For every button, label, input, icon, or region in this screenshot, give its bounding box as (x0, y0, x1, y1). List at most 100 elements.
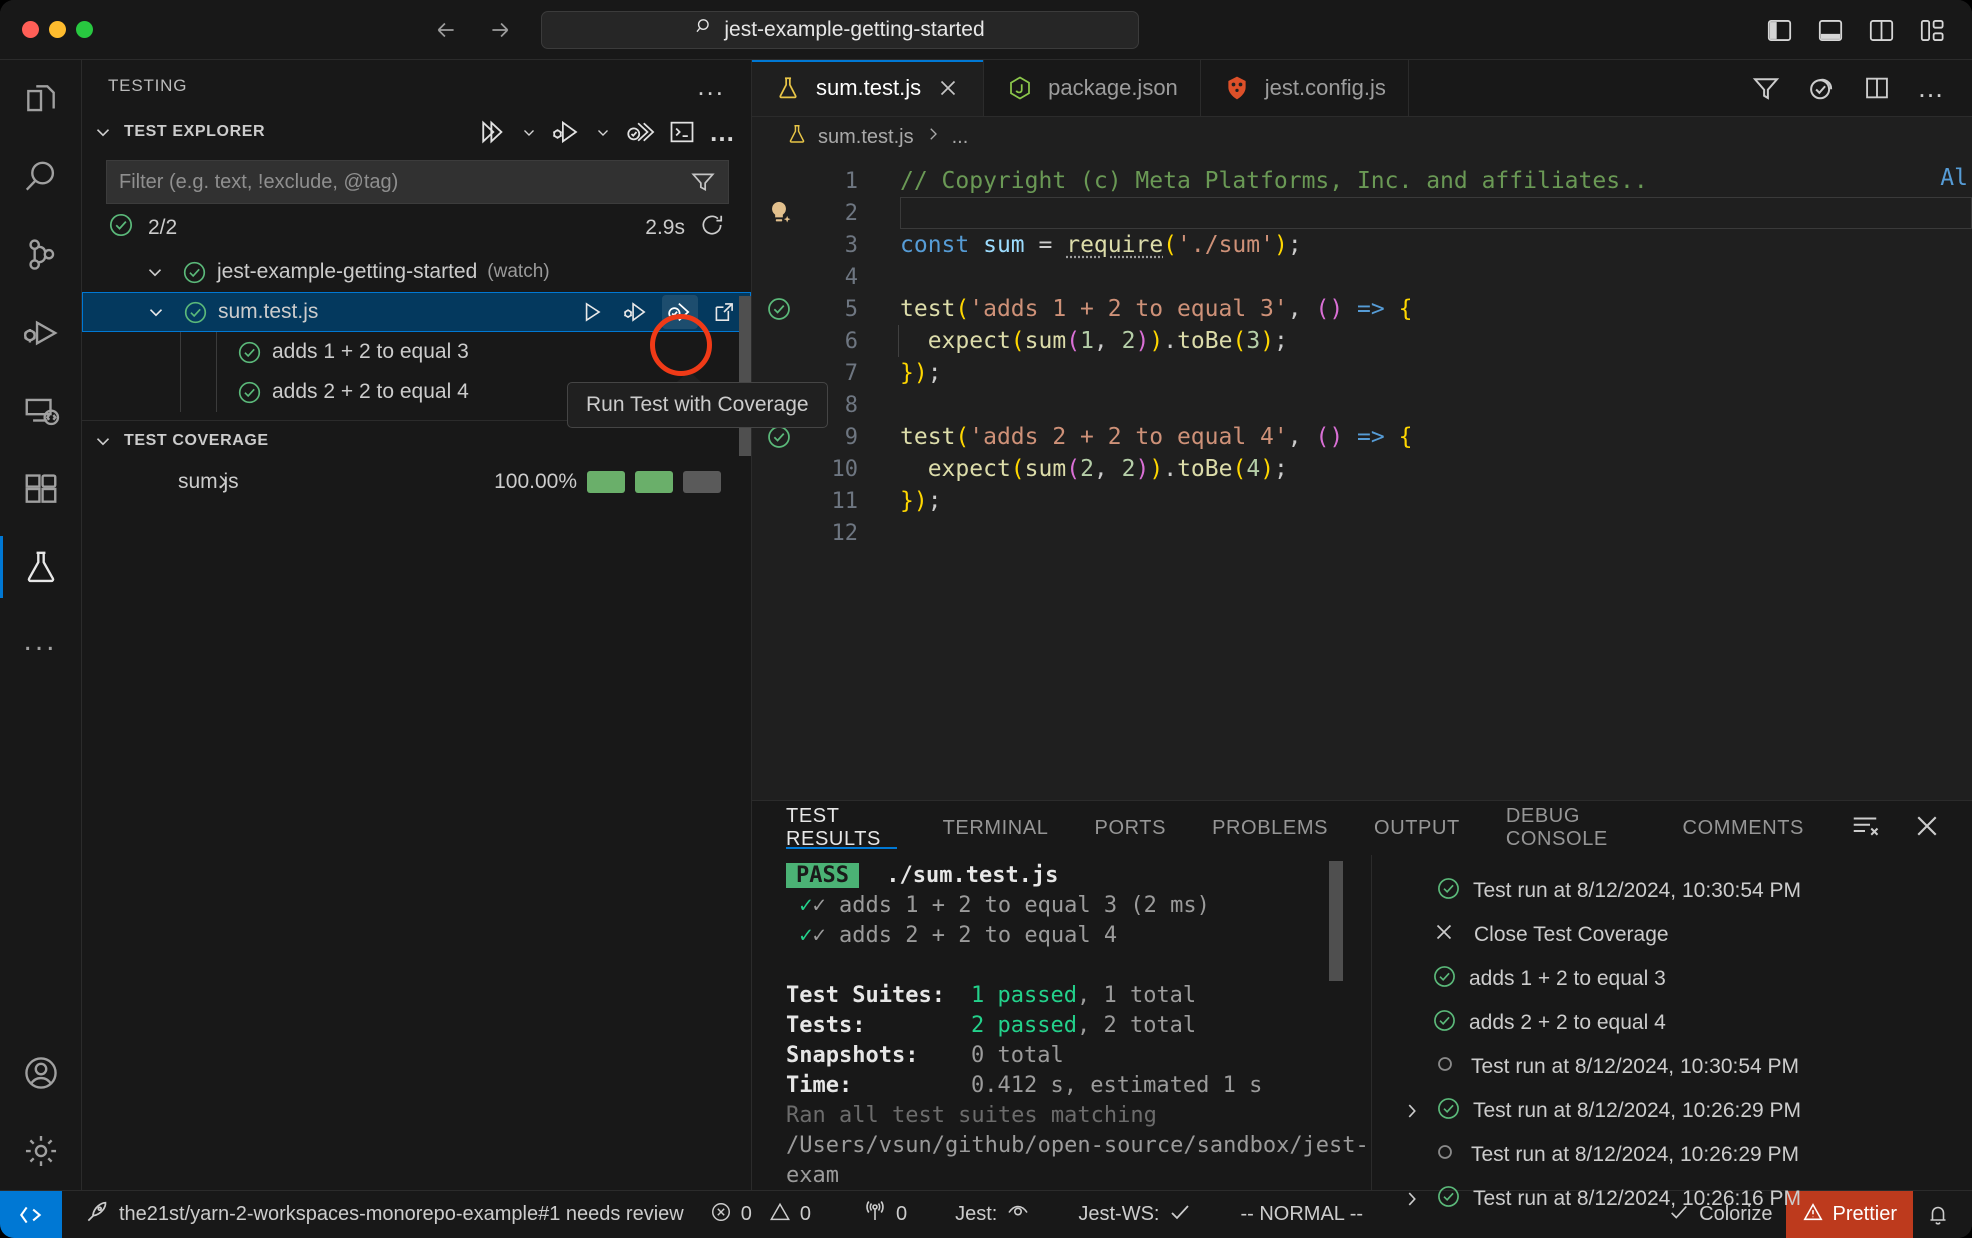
toggle-panel-icon[interactable] (1817, 17, 1844, 44)
line-number: 10 (806, 457, 862, 482)
status-problems[interactable]: 0 0 (697, 1191, 824, 1238)
tab-label: package.json (1048, 75, 1178, 101)
sidebar-item-testing[interactable] (0, 528, 82, 606)
customize-layout-icon[interactable] (1919, 17, 1946, 44)
chevron-right-icon[interactable] (212, 471, 234, 493)
sidebar-more-actions-icon[interactable]: ... (697, 71, 725, 102)
arrow-left-icon[interactable] (433, 17, 459, 43)
status-jest[interactable]: Jest: (942, 1191, 1043, 1238)
tab-output[interactable]: OUTPUT (1374, 801, 1460, 855)
sidebar-item-search[interactable] (0, 138, 82, 216)
debug-test-icon[interactable] (618, 295, 654, 329)
tab-sum-test-js[interactable]: sum.test.js (752, 60, 984, 116)
maximize-window-button[interactable] (76, 21, 93, 38)
sidebar-item-explorer[interactable] (0, 60, 82, 138)
breadcrumb-item[interactable]: ... (952, 126, 969, 149)
debug-all-tests-icon[interactable] (551, 117, 581, 147)
gear-icon[interactable] (0, 1112, 82, 1190)
coverage-row[interactable]: sum.js 100.00% (82, 460, 751, 504)
toggle-secondary-sidebar-icon[interactable] (1868, 17, 1895, 44)
chevron-down-icon[interactable] (594, 123, 612, 141)
tab-comments[interactable]: COMMENTS (1683, 801, 1804, 855)
list-item-label: Close Test Coverage (1474, 923, 1669, 947)
breadcrumb[interactable]: sum.test.js ... (752, 117, 1972, 157)
list-item[interactable]: Test run at 8/12/2024, 10:26:29 PM (1372, 1089, 1972, 1133)
test-explorer-actions: … (477, 117, 737, 148)
run-tests-with-coverage-icon[interactable] (625, 117, 655, 147)
error-count: 0 (741, 1203, 752, 1226)
sidebar-item-source-control[interactable] (0, 216, 82, 294)
run-test-with-coverage-icon[interactable] (662, 295, 698, 329)
chevron-right-icon[interactable] (1400, 1100, 1424, 1122)
chevron-down-icon[interactable] (90, 121, 116, 143)
tab-terminal[interactable]: TERMINAL (943, 801, 1049, 855)
sidebar-item-extensions[interactable] (0, 450, 82, 528)
more-actions-icon[interactable]: … (1917, 73, 1946, 104)
chevron-down-icon[interactable] (90, 430, 116, 452)
status-pull-request[interactable]: the21st/yarn-2-workspaces-monorepo-examp… (62, 1191, 697, 1238)
code-editor[interactable]: 1 // Copyright (c) Meta Platforms, Inc. … (752, 157, 1972, 800)
list-item[interactable]: Test run at 8/12/2024, 10:26:16 PM (1372, 1177, 1972, 1221)
chevron-down-icon[interactable] (520, 123, 538, 141)
list-item[interactable]: Test run at 8/12/2024, 10:30:54 PM (1372, 869, 1972, 913)
filter-icon[interactable] (1751, 73, 1781, 103)
run-all-tests-icon[interactable] (477, 117, 507, 147)
line-number: 4 (806, 265, 862, 290)
list-item[interactable]: adds 1 + 2 to equal 3 (1372, 957, 1972, 1001)
chevron-down-icon[interactable] (145, 301, 167, 323)
pass-check-icon[interactable] (752, 296, 806, 322)
sidebar-item-run-and-debug[interactable] (0, 294, 82, 372)
list-item[interactable]: Test run at 8/12/2024, 10:26:29 PM (1372, 1133, 1972, 1177)
sidebar-item-remote-explorer[interactable] (0, 372, 82, 450)
close-icon[interactable] (1432, 920, 1456, 950)
code-text: }); (862, 488, 942, 514)
toggle-coverage-icon[interactable] (1807, 73, 1837, 103)
show-output-terminal-icon[interactable] (668, 118, 696, 146)
tab-package-json[interactable]: package.json (984, 60, 1201, 116)
status-jest-ws[interactable]: Jest-WS: (1065, 1191, 1205, 1238)
list-item[interactable]: sum.test.js (82, 292, 751, 332)
coverage-bar-functions (683, 471, 721, 493)
breadcrumb-item[interactable]: sum.test.js (818, 126, 914, 149)
list-item[interactable]: adds 1 + 2 to equal 3 (82, 332, 751, 372)
arrow-right-icon[interactable] (487, 17, 513, 43)
activity-bar-more-icon[interactable]: ... (0, 606, 82, 676)
clear-output-icon[interactable] (1850, 811, 1880, 846)
close-window-button[interactable] (22, 21, 39, 38)
remote-window-icon[interactable] (0, 1191, 62, 1238)
tab-problems[interactable]: PROBLEMS (1212, 801, 1328, 855)
list-item[interactable]: adds 2 + 2 to equal 4 (1372, 1001, 1972, 1045)
go-to-test-icon[interactable] (706, 295, 742, 329)
split-editor-icon[interactable] (1863, 74, 1891, 102)
tab-test-results[interactable]: TEST RESULTS (786, 801, 897, 855)
search-input[interactable] (119, 171, 690, 194)
minimize-window-button[interactable] (49, 21, 66, 38)
chevron-down-icon[interactable] (144, 261, 166, 283)
status-vim-mode[interactable]: -- NORMAL -- (1227, 1191, 1376, 1238)
status-live-share[interactable]: 0 (850, 1191, 920, 1238)
test-results-output[interactable]: PASS ./sum.test.js ✓✓ adds 1 + 2 to equa… (752, 855, 1371, 1190)
test-filter-box[interactable] (106, 160, 729, 204)
tab-debug-console[interactable]: DEBUG CONSOLE (1506, 801, 1637, 855)
toggle-primary-sidebar-icon[interactable] (1766, 17, 1793, 44)
filter-icon[interactable] (690, 169, 716, 195)
command-center[interactable]: jest-example-getting-started (541, 11, 1139, 49)
list-item[interactable]: Close Test Coverage (1372, 913, 1972, 957)
chevron-right-icon[interactable] (1400, 1188, 1424, 1210)
refresh-icon[interactable] (699, 212, 725, 244)
list-item[interactable]: jest-example-getting-started (watch) (82, 252, 751, 292)
scrollbar[interactable] (739, 296, 751, 456)
lightbulb-icon[interactable] (752, 199, 806, 227)
account-icon[interactable] (0, 1034, 82, 1112)
run-test-icon[interactable] (574, 295, 610, 329)
line-number: 12 (806, 521, 862, 546)
tab-jest-config-js[interactable]: jest.config.js (1201, 60, 1409, 116)
scrollbar[interactable] (1329, 861, 1343, 981)
tab-ports[interactable]: PORTS (1095, 801, 1167, 855)
list-item[interactable]: Test run at 8/12/2024, 10:30:54 PM (1372, 1045, 1972, 1089)
close-panel-icon[interactable] (1912, 811, 1942, 846)
window-controls[interactable] (0, 21, 93, 38)
close-icon[interactable] (935, 76, 961, 100)
more-actions-icon[interactable]: … (709, 117, 737, 148)
test-explorer-section-header[interactable]: TEST EXPLORER (82, 112, 751, 152)
